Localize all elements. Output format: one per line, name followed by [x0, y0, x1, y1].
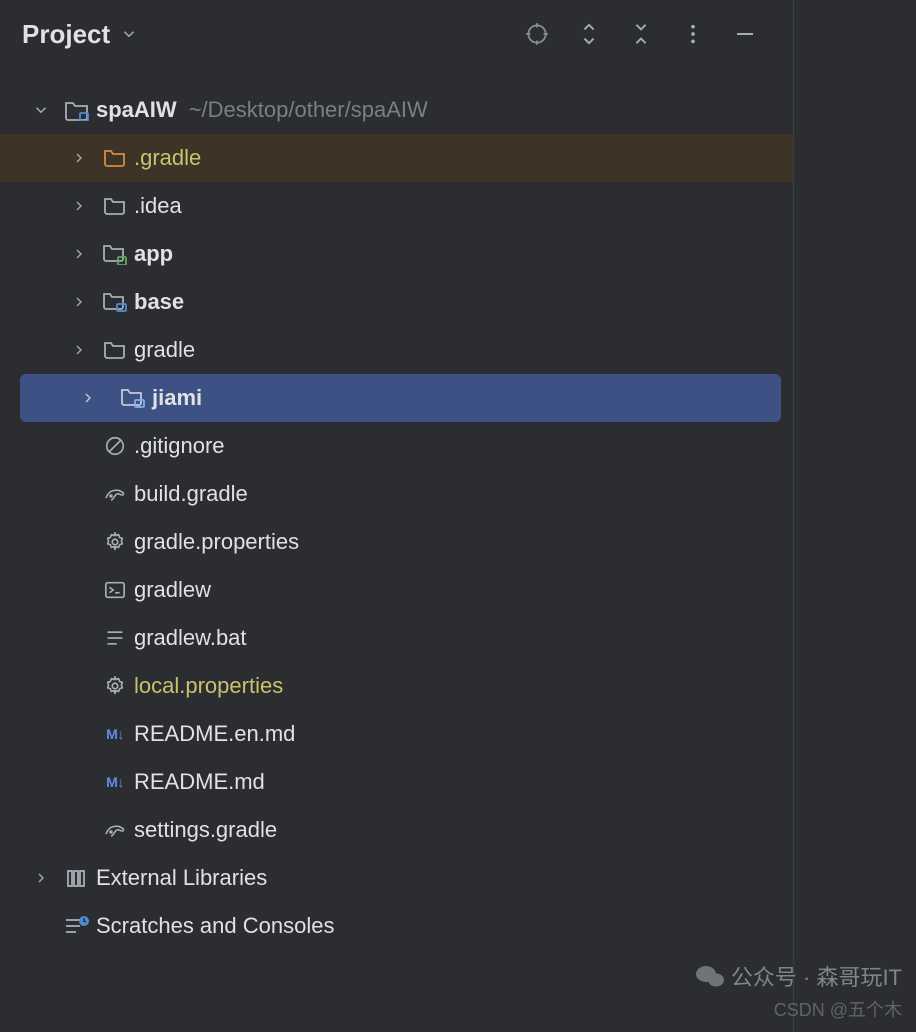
wechat-watermark: 公众号 · 森哥玩IT — [695, 960, 902, 992]
module-folder-icon — [116, 387, 150, 409]
terminal-icon — [98, 580, 132, 600]
item-label: base — [134, 289, 184, 315]
tree-item-gradle-props[interactable]: gradle.properties — [0, 518, 793, 566]
chevron-down-icon[interactable] — [120, 25, 138, 43]
folder-icon — [98, 196, 132, 216]
tree-item-gradlew[interactable]: gradlew — [0, 566, 793, 614]
chevron-right-icon[interactable] — [60, 246, 98, 262]
tree-item-local-props[interactable]: local.properties — [0, 662, 793, 710]
item-label: gradlew — [134, 577, 211, 603]
item-label: app — [134, 241, 173, 267]
item-label: build.gradle — [134, 481, 248, 507]
project-folder-icon — [60, 99, 94, 121]
item-label: .idea — [134, 193, 182, 219]
tree-item-settings-gradle[interactable]: settings.gradle — [0, 806, 793, 854]
watermark: 公众号 · 森哥玩IT CSDN @五个木 — [695, 960, 902, 1022]
chevron-right-icon[interactable] — [60, 294, 98, 310]
tree-item-base[interactable]: base — [0, 278, 793, 326]
item-label: External Libraries — [96, 865, 267, 891]
module-folder-icon — [98, 291, 132, 313]
gradle-icon — [98, 484, 132, 504]
item-label: gradle.properties — [134, 529, 299, 555]
chevron-down-icon[interactable] — [22, 101, 60, 119]
panel-header: Project — [0, 0, 793, 68]
tree-item-jiami[interactable]: jiami — [20, 374, 781, 422]
tree-item-idea[interactable]: .idea — [0, 182, 793, 230]
tree-item-gradlew-bat[interactable]: gradlew.bat — [0, 614, 793, 662]
ignore-icon — [98, 435, 132, 457]
chevron-right-icon[interactable] — [60, 198, 98, 214]
chevron-right-icon[interactable] — [60, 390, 116, 406]
folder-icon — [98, 340, 132, 360]
gradle-icon — [98, 820, 132, 840]
gear-icon — [98, 531, 132, 553]
item-label: Scratches and Consoles — [96, 913, 334, 939]
tree-item-app[interactable]: app — [0, 230, 793, 278]
tree-item-external-libs[interactable]: External Libraries — [0, 854, 793, 902]
tree-item-readme[interactable]: M↓ README.md — [0, 758, 793, 806]
chevron-right-icon[interactable] — [22, 870, 60, 886]
chevron-right-icon[interactable] — [60, 342, 98, 358]
gear-icon — [98, 675, 132, 697]
root-path: ~/Desktop/other/spaAIW — [189, 97, 428, 123]
target-icon[interactable] — [511, 8, 563, 60]
item-label: gradlew.bat — [134, 625, 247, 651]
tree-item-build-gradle[interactable]: build.gradle — [0, 470, 793, 518]
item-label: gradle — [134, 337, 195, 363]
folder-icon — [98, 148, 132, 168]
tree-item-readme-en[interactable]: M↓ README.en.md — [0, 710, 793, 758]
project-tree[interactable]: spaAIW ~/Desktop/other/spaAIW .gradle .i… — [0, 68, 793, 968]
root-name: spaAIW — [96, 97, 177, 123]
module-folder-icon — [98, 243, 132, 265]
tree-item-scratches[interactable]: Scratches and Consoles — [0, 902, 793, 950]
markdown-icon: M↓ — [98, 774, 132, 790]
csdn-watermark: CSDN @五个木 — [695, 996, 902, 1022]
item-label: local.properties — [134, 673, 283, 699]
tree-item-gradle[interactable]: gradle — [0, 326, 793, 374]
markdown-icon: M↓ — [98, 726, 132, 742]
more-icon[interactable] — [667, 8, 719, 60]
item-label: settings.gradle — [134, 817, 277, 843]
item-label: .gradle — [134, 145, 201, 171]
item-label: jiami — [152, 385, 202, 411]
tree-item-gitignore[interactable]: .gitignore — [0, 422, 793, 470]
minimize-icon[interactable] — [719, 8, 771, 60]
library-icon — [60, 867, 94, 889]
item-label: README.en.md — [134, 721, 295, 747]
item-label: .gitignore — [134, 433, 225, 459]
panel-title: Project — [22, 19, 110, 50]
project-panel: Project spaAIW ~/Deskt — [0, 0, 794, 1032]
expand-collapse-icon[interactable] — [563, 8, 615, 60]
collapse-all-icon[interactable] — [615, 8, 667, 60]
tree-item-gradle-cache[interactable]: .gradle — [0, 134, 793, 182]
scratches-icon — [60, 915, 94, 937]
item-label: README.md — [134, 769, 265, 795]
chevron-right-icon[interactable] — [60, 150, 98, 166]
tree-root[interactable]: spaAIW ~/Desktop/other/spaAIW — [0, 86, 793, 134]
text-file-icon — [98, 628, 132, 648]
